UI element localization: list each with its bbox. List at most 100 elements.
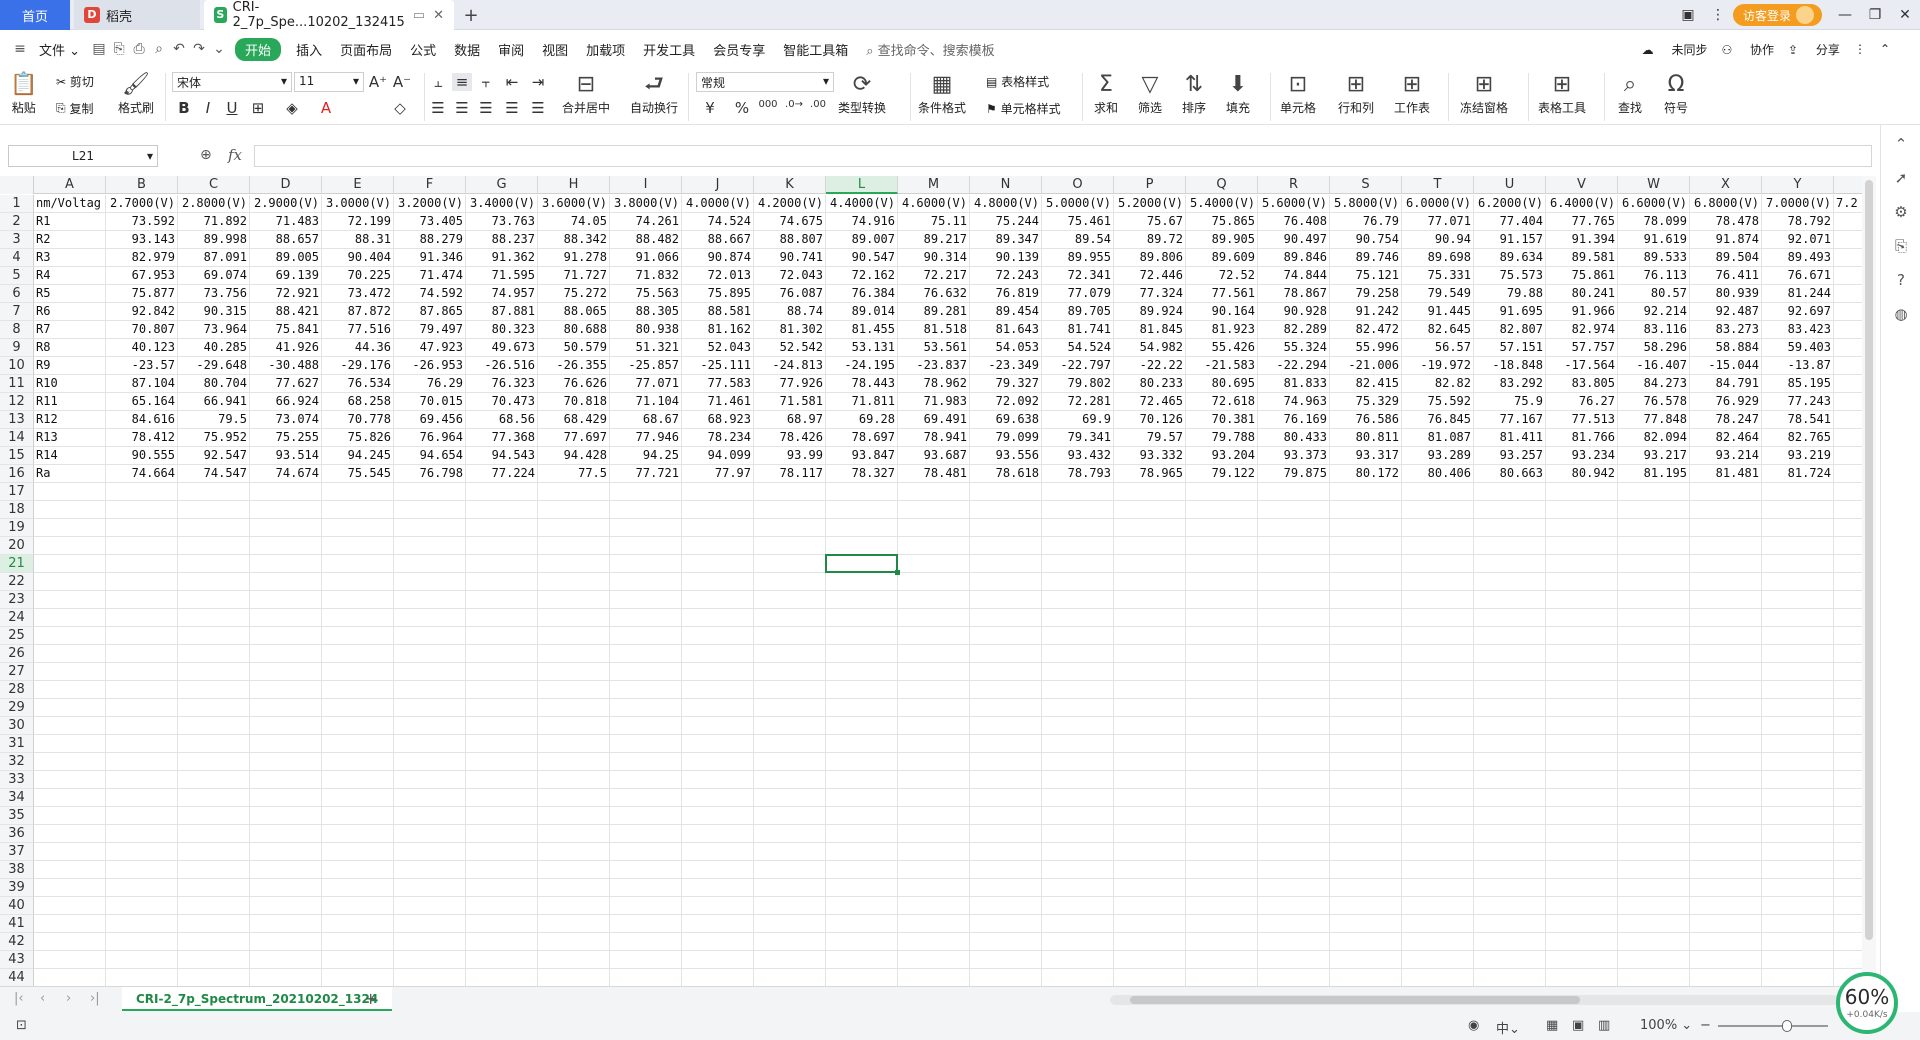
cell-N29[interactable]	[970, 699, 1042, 717]
cell-Y3[interactable]: 92.071	[1762, 231, 1834, 249]
cell-P19[interactable]	[1114, 519, 1186, 537]
cell-L21[interactable]	[826, 555, 898, 573]
column-header-g[interactable]: G	[466, 176, 538, 194]
cell-Q11[interactable]: 80.695	[1186, 375, 1258, 393]
cell-K37[interactable]	[754, 843, 826, 861]
row-header[interactable]: 41	[0, 915, 34, 933]
cell-H17[interactable]	[538, 483, 610, 501]
column-header-e[interactable]: E	[322, 176, 394, 194]
cell-S10[interactable]: -21.006	[1330, 357, 1402, 375]
cell-U42[interactable]	[1474, 933, 1546, 951]
cell-I29[interactable]	[610, 699, 682, 717]
cell-G13[interactable]: 68.56	[466, 411, 538, 429]
cell-W33[interactable]	[1618, 771, 1690, 789]
cell-W17[interactable]	[1618, 483, 1690, 501]
cell-B39[interactable]	[106, 879, 178, 897]
cell-Y25[interactable]	[1762, 627, 1834, 645]
cell-Y26[interactable]	[1762, 645, 1834, 663]
cell-F34[interactable]	[394, 789, 466, 807]
cell-C37[interactable]	[178, 843, 250, 861]
cell-U35[interactable]	[1474, 807, 1546, 825]
cell-N38[interactable]	[970, 861, 1042, 879]
sheet-tab-active[interactable]: CRI-2_7p_Spectrum_20210202_1324	[122, 987, 393, 1011]
cell-F4[interactable]: 91.346	[394, 249, 466, 267]
cell-W19[interactable]	[1618, 519, 1690, 537]
normal-view-icon[interactable]: ▦	[1546, 1018, 1558, 1033]
cell-O29[interactable]	[1042, 699, 1114, 717]
cell-N13[interactable]: 69.638	[970, 411, 1042, 429]
fill-color-icon[interactable]: ◈	[282, 99, 302, 117]
cell-B18[interactable]	[106, 501, 178, 519]
cell-E8[interactable]: 77.516	[322, 321, 394, 339]
cell-R40[interactable]	[1258, 897, 1330, 915]
cell-K25[interactable]	[754, 627, 826, 645]
cell-W16[interactable]: 81.195	[1618, 465, 1690, 483]
cell-R31[interactable]	[1258, 735, 1330, 753]
cell-I43[interactable]	[610, 951, 682, 969]
cell-Y29[interactable]	[1762, 699, 1834, 717]
row-header[interactable]: 31	[0, 735, 34, 753]
menu-smart-toolbox[interactable]: 智能工具箱	[774, 40, 857, 59]
cell-X27[interactable]	[1690, 663, 1762, 681]
cell-G27[interactable]	[466, 663, 538, 681]
table-style-button[interactable]: ▤ 表格样式	[986, 73, 1049, 90]
cell-Q10[interactable]: -21.583	[1186, 357, 1258, 375]
cell-U6[interactable]: 79.88	[1474, 285, 1546, 303]
cell-P39[interactable]	[1114, 879, 1186, 897]
cell-Y42[interactable]	[1762, 933, 1834, 951]
cell-X20[interactable]	[1690, 537, 1762, 555]
cell-X36[interactable]	[1690, 825, 1762, 843]
cell-S5[interactable]: 75.121	[1330, 267, 1402, 285]
row-header[interactable]: 27	[0, 663, 34, 681]
cell-W40[interactable]	[1618, 897, 1690, 915]
column-header-d[interactable]: D	[250, 176, 322, 194]
cell-partial[interactable]	[1834, 339, 1862, 357]
cell-N19[interactable]	[970, 519, 1042, 537]
cell-X11[interactable]: 84.791	[1690, 375, 1762, 393]
cell-H14[interactable]: 77.697	[538, 429, 610, 447]
cell-P28[interactable]	[1114, 681, 1186, 699]
cell-J10[interactable]: -25.111	[682, 357, 754, 375]
cell-P32[interactable]	[1114, 753, 1186, 771]
cell-O13[interactable]: 69.9	[1042, 411, 1114, 429]
cell-Q1[interactable]: 5.4000(V)	[1186, 195, 1258, 213]
cell-L5[interactable]: 72.162	[826, 267, 898, 285]
justify-icon[interactable]: ☰	[502, 99, 522, 117]
cell-O33[interactable]	[1042, 771, 1114, 789]
cell-G20[interactable]	[466, 537, 538, 555]
cell-H39[interactable]	[538, 879, 610, 897]
cell-N22[interactable]	[970, 573, 1042, 591]
cell-W41[interactable]	[1618, 915, 1690, 933]
cell-W27[interactable]	[1618, 663, 1690, 681]
cell-K22[interactable]	[754, 573, 826, 591]
cell-O44[interactable]	[1042, 969, 1114, 986]
cell-N17[interactable]	[970, 483, 1042, 501]
cell-F27[interactable]	[394, 663, 466, 681]
cell-R9[interactable]: 55.324	[1258, 339, 1330, 357]
cell-J37[interactable]	[682, 843, 754, 861]
cell-Q19[interactable]	[1186, 519, 1258, 537]
cell-S36[interactable]	[1330, 825, 1402, 843]
cell-A39[interactable]	[34, 879, 106, 897]
table-tools-button[interactable]: ⊞ 表格工具	[1538, 71, 1586, 116]
collapse-panel-icon[interactable]: ⌃	[1891, 135, 1911, 153]
ai-assist-icon[interactable]: ◍	[1891, 305, 1911, 323]
cell-M25[interactable]	[898, 627, 970, 645]
cell-L10[interactable]: -24.195	[826, 357, 898, 375]
cell-partial[interactable]	[1834, 807, 1862, 825]
cell-G5[interactable]: 71.595	[466, 267, 538, 285]
cell-V11[interactable]: 83.805	[1546, 375, 1618, 393]
cell-I23[interactable]	[610, 591, 682, 609]
cell-W37[interactable]	[1618, 843, 1690, 861]
cell-I28[interactable]	[610, 681, 682, 699]
cell-L18[interactable]	[826, 501, 898, 519]
cell-D33[interactable]	[250, 771, 322, 789]
cell-V13[interactable]: 77.513	[1546, 411, 1618, 429]
cut-button[interactable]: ✂ 剪切	[56, 73, 94, 90]
cell-D36[interactable]	[250, 825, 322, 843]
cell-N9[interactable]: 54.053	[970, 339, 1042, 357]
cell-K32[interactable]	[754, 753, 826, 771]
cell-X5[interactable]: 76.411	[1690, 267, 1762, 285]
cell-N20[interactable]	[970, 537, 1042, 555]
cell-F17[interactable]	[394, 483, 466, 501]
